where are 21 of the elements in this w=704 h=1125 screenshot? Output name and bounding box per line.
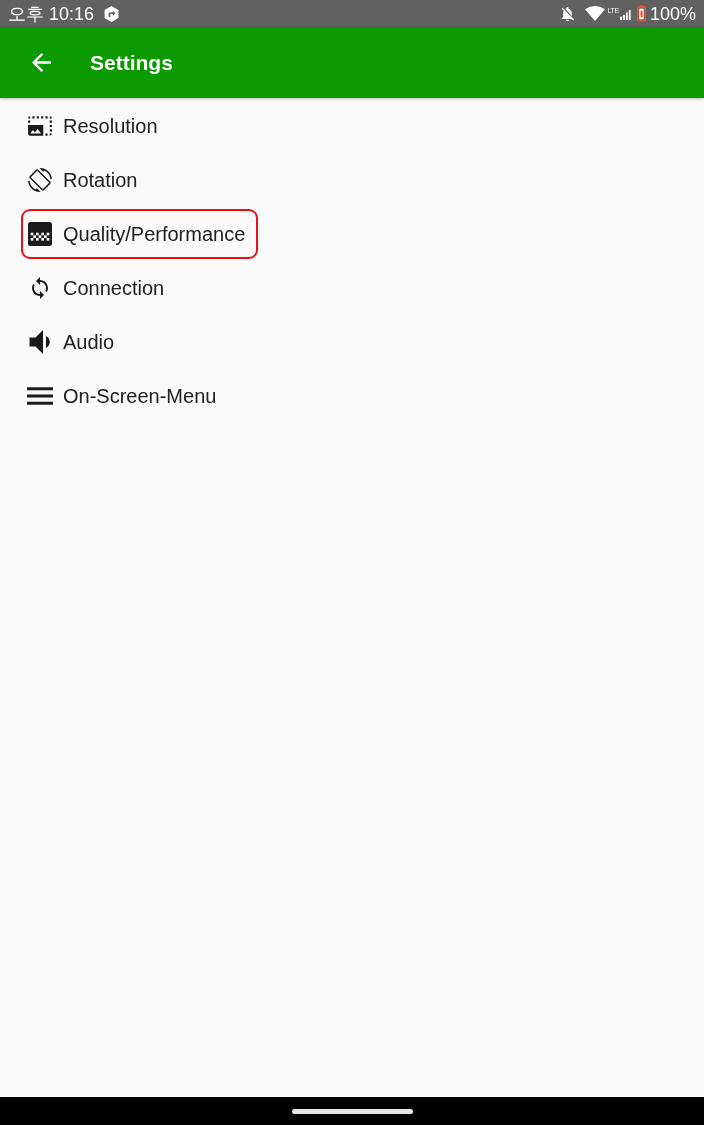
signal-bars-icon (619, 9, 631, 20)
wifi-icon (584, 6, 605, 21)
settings-item[interactable]: Resolution (21, 101, 171, 151)
app-bar-title: Settings (90, 49, 173, 76)
settings-item[interactable]: Rotation (21, 155, 151, 205)
battery-icon (636, 5, 646, 22)
settings-item[interactable]: Quality/Performance (21, 209, 259, 259)
checker-square-icon (27, 222, 53, 246)
status-time: 오후 10:16 (8, 3, 95, 24)
settings-item[interactable]: Connection (21, 263, 178, 313)
dotted-frame-image-icon (27, 114, 53, 138)
hexagon-arrow-icon (104, 5, 120, 22)
settings-item[interactable]: On-Screen-Menu (21, 371, 230, 421)
speaker-icon (27, 330, 53, 354)
bell-off-icon (559, 5, 575, 22)
battery-percent: 100% (649, 3, 696, 24)
back-arrow-icon (31, 53, 51, 72)
screen-rotation-icon (27, 168, 53, 192)
menu-icon (27, 384, 53, 408)
home-handle[interactable] (291, 1108, 413, 1114)
settings-item[interactable]: Audio (21, 317, 128, 367)
